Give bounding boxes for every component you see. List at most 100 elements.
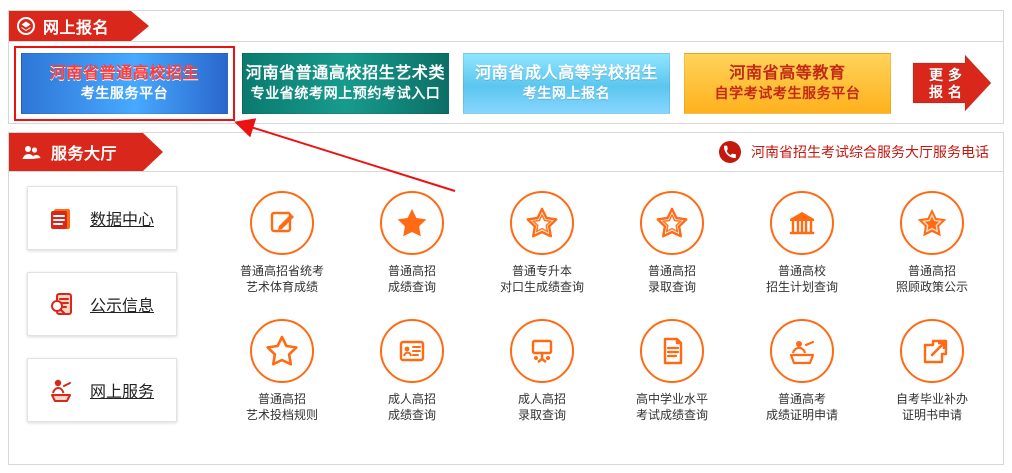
grid-item-label: 普通高招 录取查询: [648, 263, 696, 295]
banner-1-line-2: 考生服务平台: [80, 86, 169, 102]
banner-art-exam-booking[interactable]: 河南省普通高校招生艺术类 专业省统考网上预约考试入口: [242, 53, 449, 114]
grid-item-gaokao-score-certificate[interactable]: 普通高考 成绩证明申请: [739, 315, 865, 443]
grid-item-label-line-1: 普通高招: [387, 264, 436, 278]
registration-banners: 河南省普通高校招生 考生服务平台 河南省普通高校招生艺术类 专业省统考网上预约考…: [14, 46, 993, 121]
star-outline-icon: [510, 191, 574, 255]
grid-item-gaokao-admission-query[interactable]: 普通高招 录取查询: [609, 187, 735, 315]
hall-phone-info[interactable]: 河南省招生考试综合服务大厅服务电话: [719, 141, 989, 163]
banner-3-line-1: 河南省成人高等学校招生: [475, 63, 658, 82]
online-registration-title: 网上报名: [43, 18, 110, 37]
grid-item-label-line-1: 普通高招: [647, 264, 696, 278]
online-registration-divider: [9, 41, 1003, 42]
grid-item-label-line-1: 成人高招: [387, 392, 436, 406]
grid-item-label-line-2: 成绩查询: [387, 280, 436, 294]
grid-item-label: 普通高校 招生计划查询: [766, 263, 838, 295]
banner-adult-higher-edu-registration[interactable]: 河南省成人高等学校招生 考生网上报名: [463, 53, 670, 114]
grid-item-art-sports-scores[interactable]: 普通高招省统考 艺术体育成绩: [219, 187, 345, 315]
grid-item-label: 成人高招 成绩查询: [388, 391, 436, 423]
phone-icon: [719, 141, 741, 163]
star-outline-icon: [250, 319, 314, 383]
grid-item-label-line-2: 录取查询: [647, 280, 696, 294]
grid-item-label-line-1: 普通高招: [257, 392, 306, 406]
person-desk-icon: [770, 319, 834, 383]
edit-icon: [250, 191, 314, 255]
grid-item-admission-plan-query[interactable]: 普通高校 招生计划查询: [739, 187, 865, 315]
grid-item-label-line-2: 考试成绩查询: [635, 408, 708, 422]
online-registration-header: 网上报名: [9, 11, 150, 41]
service-hall-divider: [9, 171, 1003, 172]
star-outline-icon: [640, 191, 704, 255]
grid-item-adult-admission-query[interactable]: 成人高招 录取查询: [479, 315, 605, 443]
grid-item-label-line-1: 普通高校: [777, 264, 826, 278]
more-line-1: 更 多: [929, 68, 962, 84]
online-registration-panel: 网上报名 河南省普通高校招生 考生服务平台 河南省普通高校招生艺术类 专业省统考…: [8, 10, 1004, 124]
banner-2-line-2: 专业省统考网上预约考试入口: [250, 86, 441, 102]
data-center-button[interactable]: 数据中心: [27, 186, 177, 250]
grid-item-art-filing-rules[interactable]: 普通高招 艺术投档规则: [219, 315, 345, 443]
grid-item-label-line-2: 对口生成绩查询: [499, 280, 584, 294]
document-lines-icon: [640, 319, 704, 383]
grid-item-label: 普通高考 成绩证明申请: [766, 391, 838, 423]
grid-item-label-line-2: 招生计划查询: [765, 280, 838, 294]
presentation-icon: [510, 319, 574, 383]
banner-4-line-1: 河南省高等教育: [729, 63, 846, 82]
grid-item-label-line-2: 艺术投档规则: [245, 408, 318, 422]
grid-item-label: 普通高招 成绩查询: [388, 263, 436, 295]
banner-gaokao-service-platform[interactable]: 河南省普通高校招生 考生服务平台: [14, 46, 235, 121]
star-solid-icon: [380, 191, 444, 255]
grid-item-label: 普通高招 照顾政策公示: [896, 263, 968, 295]
grid-item-upgrade-score-query[interactable]: 普通专升本 对口生成绩查询: [479, 187, 605, 315]
hall-side-buttons: 数据中心 公示信息 网上服务: [27, 186, 177, 422]
grid-item-policy-publicity[interactable]: 普通高招 照顾政策公示: [869, 187, 995, 315]
user-laptop-icon: [46, 375, 76, 405]
data-center-label: 数据中心: [90, 210, 155, 229]
banner-2-line-1: 河南省普通高校招生艺术类: [245, 63, 446, 82]
banner-3-line-2: 考生网上报名: [522, 86, 611, 102]
grid-item-label-line-2: 证明书申请: [901, 408, 962, 422]
document-stack-icon: [46, 203, 76, 233]
banner-self-study-exam-platform[interactable]: 河南省高等教育 自学考试考生服务平台: [684, 53, 891, 114]
star-solid-icon: [900, 191, 964, 255]
grid-item-self-study-certificate-reissue[interactable]: 自考毕业补办 证明书申请: [869, 315, 995, 443]
public-info-button[interactable]: 公示信息: [27, 272, 177, 336]
institution-icon: [770, 191, 834, 255]
grid-item-label-line-1: 自考毕业补办: [895, 392, 968, 406]
grid-item-label-line-1: 成人高招: [517, 392, 566, 406]
grid-item-label: 成人高招 录取查询: [518, 391, 566, 423]
grid-item-label: 普通专升本 对口生成绩查询: [500, 263, 584, 295]
grid-item-label-line-1: 普通专升本: [511, 264, 572, 278]
search-document-icon: [46, 289, 76, 319]
id-card-icon: [380, 319, 444, 383]
service-hall-title: 服务大厅: [51, 144, 118, 163]
service-hall-header: 服务大厅: [9, 133, 164, 171]
users-icon: [19, 140, 43, 164]
service-hall-panel: 服务大厅 河南省招生考试综合服务大厅服务电话 数据中心 公示信息 网上服务 普通…: [8, 132, 1004, 465]
grid-item-label: 自考毕业补办 证明书申请: [896, 391, 968, 423]
grid-item-label-line-1: 普通高招省统考: [239, 264, 324, 278]
service-grid: 普通高招省统考 艺术体育成绩 普通高招 成绩查询 普通专升本 对口生成绩查询 普…: [219, 187, 979, 443]
grid-item-label: 普通高招 艺术投档规则: [246, 391, 318, 423]
grid-item-gaokao-score-query[interactable]: 普通高招 成绩查询: [349, 187, 475, 315]
banner-1-line-1: 河南省普通高校招生: [49, 63, 200, 82]
grid-item-label-line-1: 普通高招: [907, 264, 956, 278]
grid-item-label-line-2: 照顾政策公示: [895, 280, 968, 294]
grid-item-label-line-2: 艺术体育成绩: [245, 280, 318, 294]
public-info-label: 公示信息: [90, 296, 155, 315]
more-line-2: 报 名: [929, 85, 962, 101]
hall-phone-text: 河南省招生考试综合服务大厅服务电话: [751, 145, 989, 161]
grid-item-label-line-2: 录取查询: [517, 408, 566, 422]
registration-icon: [17, 17, 35, 35]
grid-item-label-line-1: 高中学业水平: [635, 392, 708, 406]
grid-item-label: 高中学业水平 考试成绩查询: [636, 391, 708, 423]
online-service-button[interactable]: 网上服务: [27, 358, 177, 422]
grid-item-label: 普通高招省统考 艺术体育成绩: [240, 263, 324, 295]
online-service-label: 网上服务: [90, 382, 155, 401]
grid-item-adult-score-query[interactable]: 成人高招 成绩查询: [349, 315, 475, 443]
external-link-icon: [900, 319, 964, 383]
grid-item-label-line-1: 普通高考: [777, 392, 826, 406]
more-registration-button[interactable]: 更 多 报 名: [911, 53, 993, 114]
grid-item-label-line-2: 成绩查询: [387, 408, 436, 422]
banner-4-line-2: 自学考试考生服务平台: [714, 86, 861, 102]
grid-item-academic-level-score-query[interactable]: 高中学业水平 考试成绩查询: [609, 315, 735, 443]
grid-item-label-line-2: 成绩证明申请: [765, 408, 838, 422]
